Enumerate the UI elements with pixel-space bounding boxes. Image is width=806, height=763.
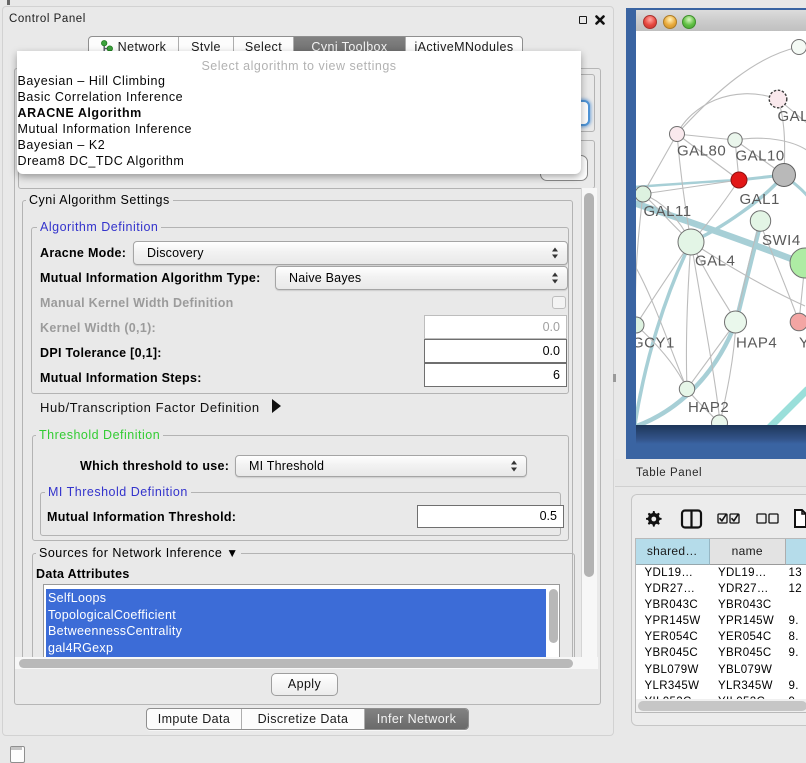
svg-text:GCY1: GCY1: [636, 335, 675, 352]
svg-text:GAL7: GAL7: [778, 108, 806, 125]
svg-text:GAL11: GAL11: [644, 203, 692, 220]
svg-text:SWI4: SWI4: [762, 232, 801, 249]
svg-text:HAP2: HAP2: [688, 399, 729, 416]
svg-text:GAL1: GAL1: [740, 191, 780, 208]
svg-text:GAL10: GAL10: [736, 148, 785, 165]
svg-text:GAL80: GAL80: [677, 143, 726, 160]
svg-text:Y: Y: [799, 335, 806, 352]
svg-text:GAL4: GAL4: [695, 253, 735, 270]
svg-text:HAP4: HAP4: [736, 335, 777, 352]
